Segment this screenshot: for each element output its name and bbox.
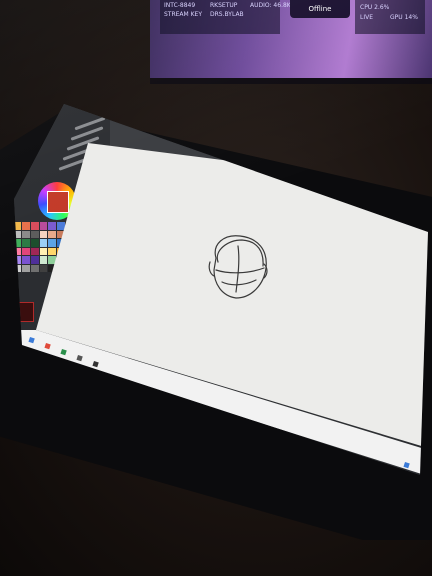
monitor-text: LIVE bbox=[360, 14, 374, 21]
monitor-text: RKSETUP bbox=[210, 2, 238, 9]
monitor-text: INTC-8849 bbox=[164, 2, 196, 9]
monitor-text: STREAM KEY bbox=[164, 11, 203, 18]
monitor-text: DRS.BYLAB bbox=[210, 11, 244, 18]
background-monitor: INTC-8849 STREAM KEY RKSETUP DRS.BYLAB A… bbox=[150, 0, 432, 84]
monitor-text: CPU 2.6% bbox=[360, 4, 390, 11]
monitor-text: GPU 14% bbox=[390, 14, 418, 21]
offline-badge: Offline bbox=[290, 0, 350, 18]
monitor-text: AUDIO: 46.8K bbox=[250, 2, 291, 9]
